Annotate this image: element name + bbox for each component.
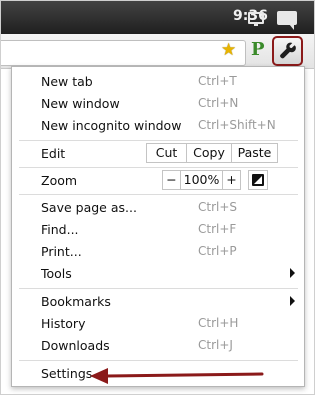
annotation-arrow [90,368,264,384]
